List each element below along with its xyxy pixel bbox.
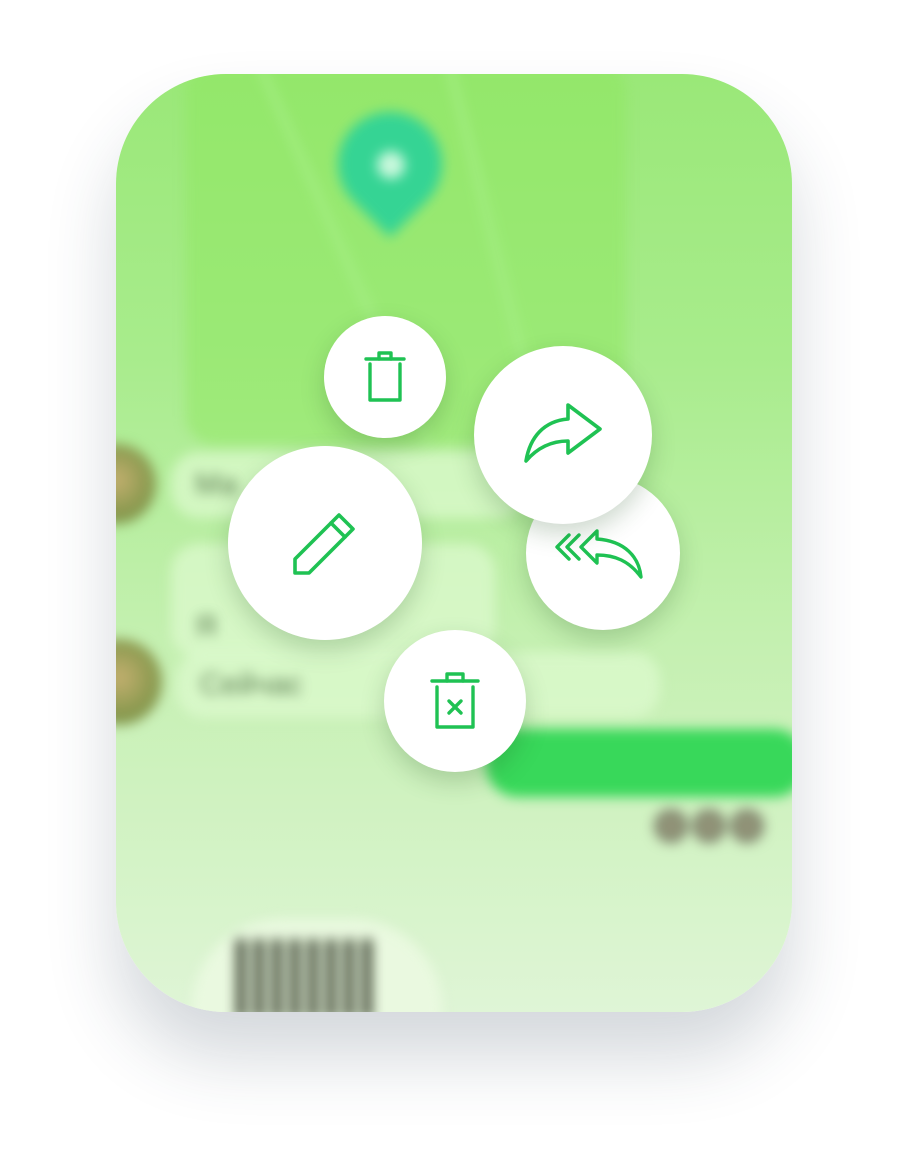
avatar	[116, 639, 162, 725]
blurred-chat-background: Ма Я Сейчас	[116, 74, 792, 1012]
pencil-icon	[293, 513, 355, 575]
trash-icon	[364, 351, 406, 402]
message-text: Я	[195, 610, 217, 643]
sticker-image	[236, 939, 376, 1012]
reaction-avatar	[730, 809, 764, 843]
delete-button[interactable]	[324, 316, 446, 438]
reply-all-icon	[555, 529, 643, 579]
reaction-avatars	[654, 809, 764, 843]
avatar	[116, 444, 156, 524]
forward-button[interactable]	[474, 346, 652, 524]
reaction-avatar	[692, 809, 726, 843]
edit-button[interactable]	[228, 446, 422, 640]
trash-x-icon	[430, 672, 480, 729]
message-text: Сейчас	[200, 668, 303, 701]
reaction-avatar	[654, 809, 688, 843]
forward-arrow-icon	[524, 403, 602, 463]
location-pin-dot	[377, 151, 405, 179]
message-text: Ма	[195, 468, 238, 501]
own-message-bubble	[486, 729, 792, 797]
chat-screen-card: Ма Я Сейчас	[116, 74, 792, 1012]
delete-for-everyone-button[interactable]	[384, 630, 526, 772]
